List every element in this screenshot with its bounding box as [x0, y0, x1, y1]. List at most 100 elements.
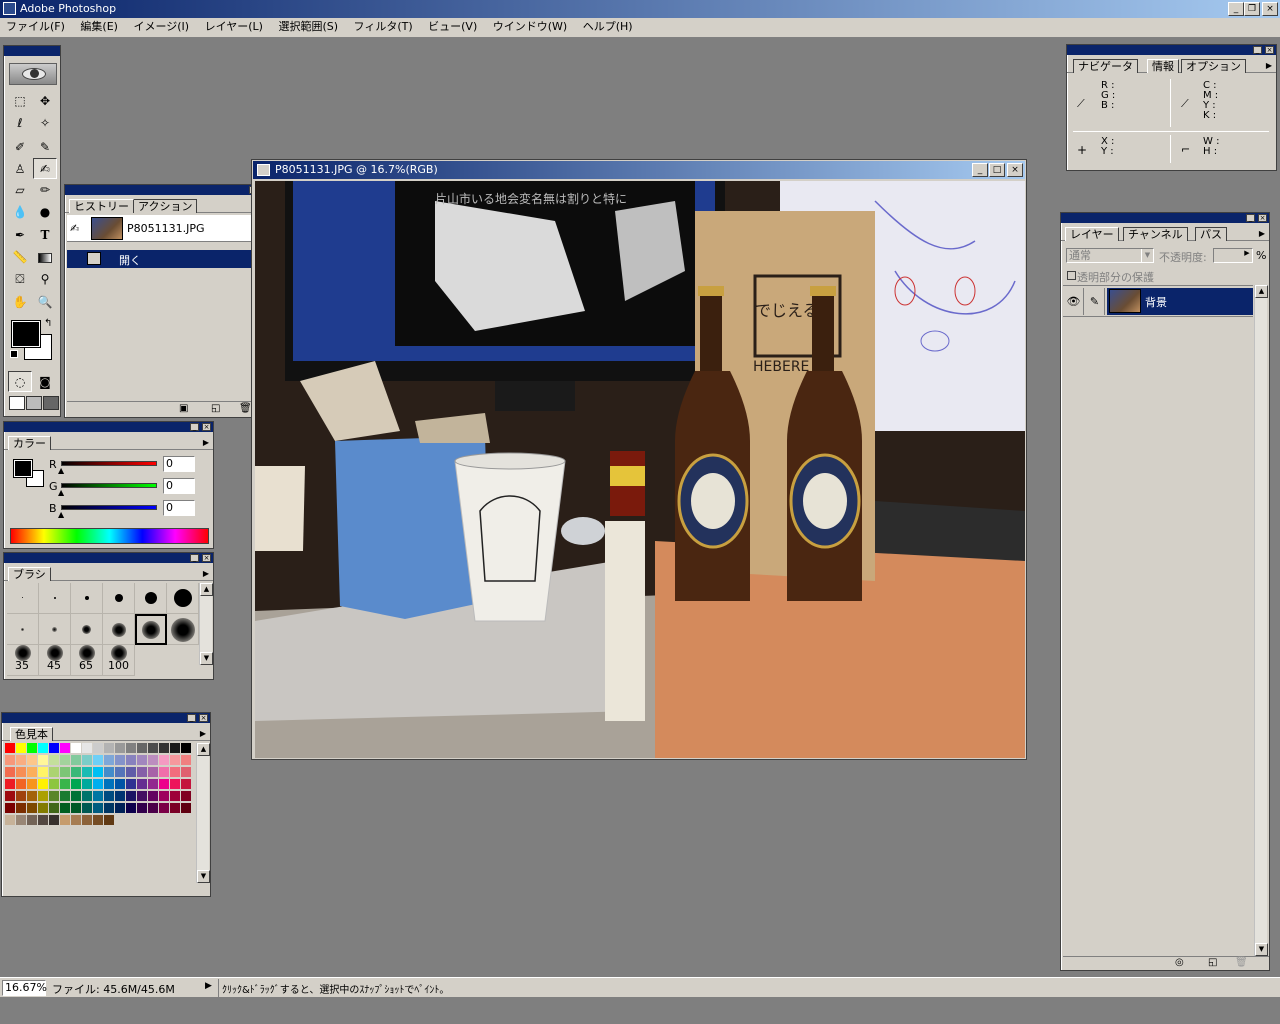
color-swatch[interactable] — [93, 815, 103, 825]
swatch-grid[interactable] — [5, 743, 195, 843]
tab-options[interactable]: オプション — [1181, 59, 1246, 73]
color-swatch[interactable] — [71, 743, 81, 753]
brush-soft-5[interactable] — [71, 614, 103, 645]
swatches-scroll-down[interactable]: ▼ — [197, 870, 210, 883]
color-swatch[interactable] — [170, 755, 180, 765]
menu-view[interactable]: ビュー(V) — [422, 18, 483, 36]
color-swatch[interactable] — [181, 755, 191, 765]
color-swatch[interactable] — [137, 755, 147, 765]
color-swatch[interactable] — [104, 779, 114, 789]
layer-row-background[interactable]: 👁 ✎ 背景 — [1063, 287, 1253, 317]
add-layer-mask-icon[interactable]: ◎ — [1175, 957, 1184, 968]
move-icon[interactable]: ✥ — [33, 90, 57, 111]
info-menu-arrow-icon[interactable]: ▶ — [1264, 60, 1274, 71]
new-document-from-state-icon[interactable]: ▣ — [179, 403, 188, 414]
swatches-close-button[interactable]: × — [199, 714, 208, 722]
tab-paths[interactable]: パス — [1195, 227, 1227, 241]
color-swatch[interactable] — [27, 791, 37, 801]
menu-help[interactable]: ヘルプ(H) — [577, 18, 639, 36]
swatches-titlebar[interactable]: _ × — [2, 713, 210, 723]
tab-channels[interactable]: チャンネル — [1123, 227, 1188, 241]
color-swatch[interactable] — [137, 779, 147, 789]
color-swatch[interactable] — [49, 815, 59, 825]
color-swatch[interactable] — [82, 743, 92, 753]
color-swatch[interactable] — [159, 767, 169, 777]
color-swatch[interactable] — [60, 779, 70, 789]
channel-g-field[interactable]: 0 — [163, 478, 195, 494]
color-swatch[interactable] — [115, 803, 125, 813]
brush-size-100[interactable]: 100 — [103, 645, 135, 676]
channel-b-slider[interactable] — [61, 505, 157, 510]
color-swatch[interactable] — [159, 755, 169, 765]
swatches-minimize-button[interactable]: _ — [187, 714, 196, 722]
color-swatch[interactable] — [16, 743, 26, 753]
opacity-arrow-icon[interactable]: ▶ — [1242, 249, 1252, 262]
swap-colors-icon[interactable]: ↰ — [44, 318, 52, 329]
rubber-stamp-icon[interactable]: ♙ — [8, 158, 32, 179]
tab-navigator[interactable]: ナビゲータ — [1073, 59, 1138, 73]
color-swatch[interactable] — [159, 803, 169, 813]
zoom-icon[interactable]: 🔍 — [33, 291, 57, 312]
color-swatch[interactable] — [137, 803, 147, 813]
brushes-minimize-button[interactable]: _ — [190, 554, 199, 562]
brush-soft-3[interactable] — [39, 614, 71, 645]
color-swatch[interactable] — [38, 791, 48, 801]
color-swatch[interactable] — [170, 743, 180, 753]
dodge-icon[interactable]: ● — [33, 201, 57, 222]
layers-close-button[interactable]: × — [1258, 214, 1267, 222]
color-swatch[interactable] — [27, 815, 37, 825]
channel-r-slider[interactable] — [61, 461, 157, 466]
document-titlebar[interactable]: P8051131.JPG @ 16.7%(RGB) _ □ × — [253, 161, 1025, 179]
tab-brushes[interactable]: ブラシ — [8, 567, 51, 581]
color-swatch[interactable] — [148, 791, 158, 801]
info-close-button[interactable]: × — [1265, 46, 1274, 54]
history-brush-source-icon[interactable]: ✍ — [70, 222, 79, 235]
tab-layers[interactable]: レイヤー — [1065, 227, 1119, 241]
brushes-menu-arrow-icon[interactable]: ▶ — [201, 568, 211, 579]
color-swatch[interactable] — [82, 815, 92, 825]
color-swatch[interactable] — [181, 767, 191, 777]
color-swatch[interactable] — [126, 803, 136, 813]
toolbox-titlebar[interactable] — [4, 46, 60, 56]
color-swatch[interactable] — [104, 743, 114, 753]
color-swatch[interactable] — [38, 803, 48, 813]
color-swatch[interactable] — [126, 779, 136, 789]
new-layer-icon[interactable]: ◱ — [1208, 957, 1217, 968]
color-swatch[interactable] — [27, 767, 37, 777]
color-swatch[interactable] — [170, 803, 180, 813]
color-swatch[interactable] — [60, 743, 70, 753]
layers-scrollbar[interactable]: ▲ ▼ — [1254, 285, 1268, 956]
brush-hard-13[interactable] — [135, 583, 167, 614]
brushes-scrollbar[interactable]: ▲ ▼ — [199, 583, 213, 665]
swatches-scrollbar[interactable]: ▲ ▼ — [196, 743, 210, 883]
color-swatch[interactable] — [82, 767, 92, 777]
brushes-close-button[interactable]: × — [202, 554, 211, 562]
color-swatch[interactable] — [5, 815, 15, 825]
color-swatch[interactable] — [159, 791, 169, 801]
brush-hard-19[interactable] — [167, 583, 199, 614]
color-swatch[interactable] — [71, 791, 81, 801]
color-swatch[interactable] — [60, 767, 70, 777]
color-swatch[interactable] — [60, 803, 70, 813]
color-swatch[interactable] — [27, 755, 37, 765]
color-swatch[interactable] — [148, 755, 158, 765]
new-snapshot-icon[interactable]: ◱ — [211, 403, 220, 414]
blend-mode-select[interactable]: 通常 ▼ — [1066, 248, 1154, 263]
color-swatch[interactable] — [16, 791, 26, 801]
history-snapshot-row[interactable]: ✍ P8051131.JPG — [67, 215, 257, 242]
pencil-icon[interactable]: ✏ — [33, 179, 57, 200]
color-swatch[interactable] — [93, 755, 103, 765]
status-menu-arrow-icon[interactable]: ▶ — [205, 981, 212, 991]
color-swatch[interactable] — [27, 743, 37, 753]
color-swatch[interactable] — [38, 767, 48, 777]
magic-wand-icon[interactable]: ✧ — [33, 112, 57, 133]
lasso-icon[interactable]: ℓ — [8, 112, 32, 133]
channel-g-thumb-icon[interactable]: ▲ — [58, 488, 64, 497]
zoom-field[interactable]: 16.67% — [2, 980, 47, 996]
brush-hard-5[interactable] — [71, 583, 103, 614]
screen-mode-full-menu-icon[interactable] — [26, 396, 42, 410]
color-swatch[interactable] — [82, 791, 92, 801]
color-swatch[interactable] — [115, 743, 125, 753]
swatches-scroll-up[interactable]: ▲ — [197, 743, 210, 756]
brush-hard-3[interactable] — [39, 583, 71, 614]
